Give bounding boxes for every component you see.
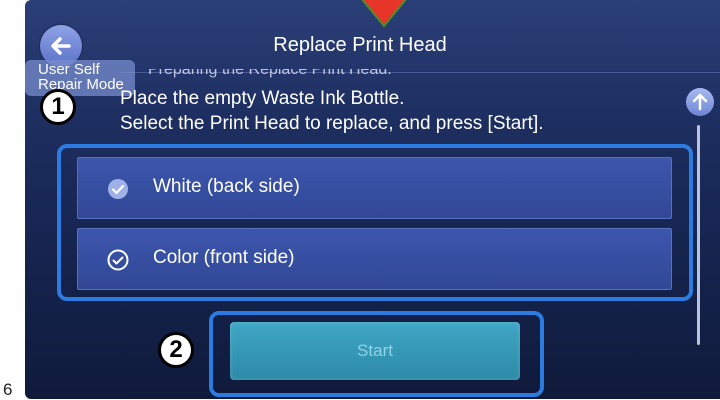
check-circle-icon — [107, 249, 129, 271]
scroll-up-button[interactable] — [686, 88, 714, 116]
instruction-text: Place the empty Waste Ink Bottle. Select… — [120, 86, 544, 136]
page-title: Replace Print Head — [273, 34, 447, 56]
check-circle-icon — [108, 179, 128, 199]
option-color-front-side[interactable]: Color (front side) — [77, 228, 672, 290]
red-down-arrow-icon — [361, 0, 407, 28]
option-white-back-side[interactable]: White (back side) — [77, 157, 672, 219]
instruction-line2: Select the Print Head to replace, and pr… — [120, 113, 544, 134]
user-self-repair-mode-label: User Self Repair Mode — [25, 60, 135, 96]
option-label: White (back side) — [153, 176, 300, 197]
step-number: 6 — [3, 380, 13, 399]
callout-2: 2 — [158, 332, 194, 368]
scrollbar[interactable] — [697, 125, 700, 345]
start-button[interactable]: Start — [230, 322, 520, 380]
scroll-up-icon — [692, 93, 708, 111]
option-label: Color (front side) — [153, 247, 295, 268]
instruction-line1: Place the empty Waste Ink Bottle. — [120, 88, 405, 109]
mode-label-line1: User Self — [38, 61, 100, 78]
back-arrow-icon — [51, 37, 71, 55]
callout-1: 1 — [40, 89, 76, 125]
